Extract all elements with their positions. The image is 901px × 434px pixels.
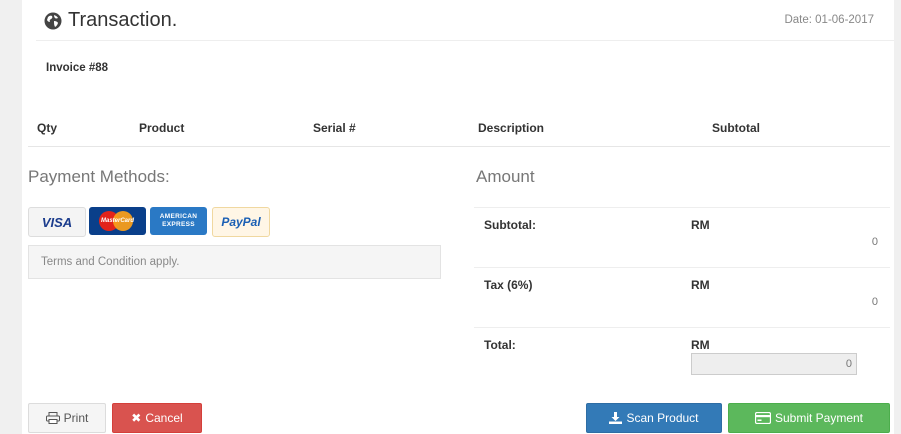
subtotal-currency: RM: [691, 218, 710, 232]
total-field[interactable]: 0: [691, 353, 857, 375]
tax-currency: RM: [691, 278, 710, 292]
credit-card-icon: [754, 412, 771, 424]
column-header-product: Product: [139, 121, 185, 135]
submit-payment-label: Submit Payment: [774, 411, 864, 425]
submit-payment-button[interactable]: Submit Payment: [728, 403, 890, 433]
terms-text: Terms and Condition apply.: [41, 256, 180, 268]
column-header-qty: Qty: [37, 121, 58, 135]
page-title: Transaction.: [44, 9, 177, 32]
header-divider: [36, 40, 894, 41]
mastercard-logo: MasterCard: [89, 207, 146, 235]
download-icon: [609, 412, 623, 424]
cancel-button[interactable]: ✖ Cancel: [112, 403, 202, 433]
terms-note: Terms and Condition apply.: [28, 245, 441, 279]
total-value: 0: [845, 358, 852, 370]
print-button[interactable]: Print: [28, 403, 106, 433]
table-header-divider: [28, 146, 890, 147]
column-header-subtotal: Subtotal: [712, 121, 760, 135]
column-header-serial: Serial #: [313, 121, 356, 135]
tax-label: Tax (6%): [484, 278, 533, 292]
payment-methods-title: Payment Methods:: [28, 167, 170, 186]
visa-card-logo: VISA: [28, 207, 86, 237]
total-currency: RM: [691, 338, 710, 352]
transaction-panel: Transaction. Date: 01-06-2017 Invoice #8…: [22, 0, 894, 434]
amount-title: Amount: [476, 167, 535, 186]
transaction-date: Date: 01-06-2017: [784, 14, 874, 26]
globe-icon: [44, 12, 62, 30]
tax-value: 0: [871, 296, 878, 308]
column-header-description: Description: [478, 121, 545, 135]
subtotal-label: Subtotal:: [484, 218, 536, 232]
close-icon: ✖: [131, 411, 142, 425]
amex-card-logo: AMERICAN EXPRESS: [150, 207, 207, 235]
print-label: Print: [63, 411, 89, 425]
title-text: Transaction.: [68, 9, 178, 31]
scan-product-label: Scan Product: [626, 411, 699, 425]
scan-product-button[interactable]: Scan Product: [586, 403, 722, 433]
paypal-logo: PayPal: [212, 207, 270, 237]
invoice-number: Invoice #88: [46, 62, 109, 74]
subtotal-value: 0: [871, 236, 878, 248]
total-divider: [474, 327, 890, 328]
tax-divider: [474, 267, 890, 268]
cancel-label: Cancel: [145, 411, 183, 425]
print-icon: [45, 412, 60, 424]
total-label: Total:: [484, 338, 516, 352]
amount-divider: [474, 207, 890, 208]
